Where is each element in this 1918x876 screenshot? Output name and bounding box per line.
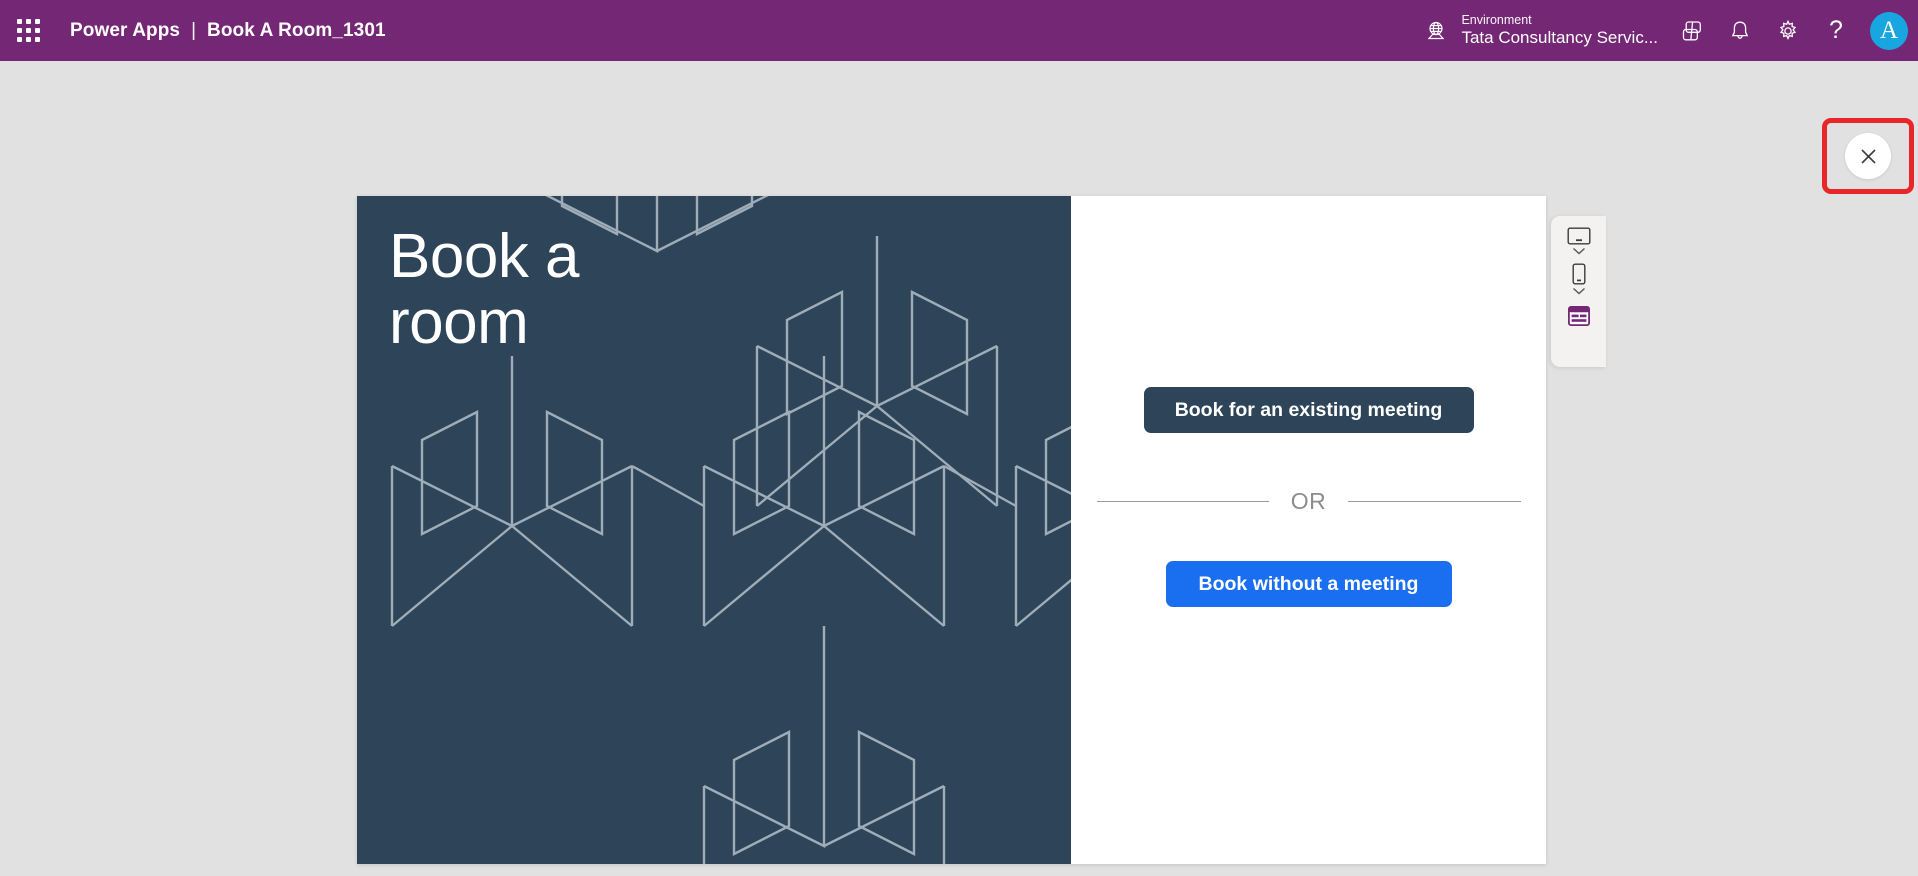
environment-value: Tata Consultancy Servic... — [1461, 28, 1658, 48]
phone-screen-icon[interactable] — [1571, 263, 1587, 296]
environment-text: Environment Tata Consultancy Servic... — [1461, 13, 1658, 48]
hero-title-line-2: room — [389, 290, 809, 356]
settings-gear-icon[interactable] — [1764, 0, 1812, 61]
close-preview-button-wrapper — [1845, 133, 1891, 179]
chevron-down-icon — [1571, 286, 1587, 296]
book-without-meeting-button[interactable]: Book without a meeting — [1166, 561, 1452, 607]
avatar[interactable]: A — [1860, 0, 1918, 61]
book-existing-meeting-button[interactable]: Book for an existing meeting — [1144, 387, 1474, 433]
notifications-bell-icon[interactable] — [1716, 0, 1764, 61]
environment-globe-icon — [1419, 19, 1453, 43]
environment-label: Environment — [1461, 13, 1658, 28]
app-launcher-waffle-icon[interactable] — [0, 0, 56, 61]
divider-label: OR — [1291, 488, 1327, 515]
help-glyph: ? — [1829, 18, 1843, 43]
top-bar-actions: Environment Tata Consultancy Servic... — [1415, 0, 1918, 61]
breadcrumb: Power Apps | Book A Room_1301 — [70, 20, 386, 42]
help-question-icon[interactable]: ? — [1812, 0, 1860, 61]
chevron-down-icon — [1571, 246, 1587, 256]
actions-panel: Book for an existing meeting OR Book wit… — [1071, 196, 1546, 864]
app-preview-card: Book a room Book for an existing meeting… — [357, 196, 1546, 864]
or-divider: OR — [1097, 488, 1521, 515]
brand-label[interactable]: Power Apps — [70, 20, 180, 42]
power-platform-icon[interactable] — [1668, 0, 1716, 61]
close-preview-button[interactable] — [1845, 133, 1891, 179]
top-command-bar: Power Apps | Book A Room_1301 Environmen… — [0, 0, 1918, 61]
preview-workspace: Book a room Book for an existing meeting… — [0, 61, 1918, 876]
page-title: Book a room — [389, 224, 809, 357]
form-layout-icon[interactable] — [1568, 306, 1590, 326]
hero-panel: Book a room — [357, 196, 1071, 864]
divider-line-right — [1348, 501, 1520, 502]
breadcrumb-separator: | — [191, 20, 196, 42]
waffle-grid — [17, 19, 40, 42]
hero-title-line-1: Book a — [389, 224, 809, 290]
environment-selector[interactable]: Environment Tata Consultancy Servic... — [1415, 0, 1668, 61]
tablet-screen-icon[interactable] — [1567, 227, 1591, 256]
device-preview-panel — [1551, 216, 1606, 367]
avatar-initial: A — [1870, 12, 1908, 50]
app-name-label: Book A Room_1301 — [207, 20, 386, 42]
divider-line-left — [1097, 501, 1269, 502]
